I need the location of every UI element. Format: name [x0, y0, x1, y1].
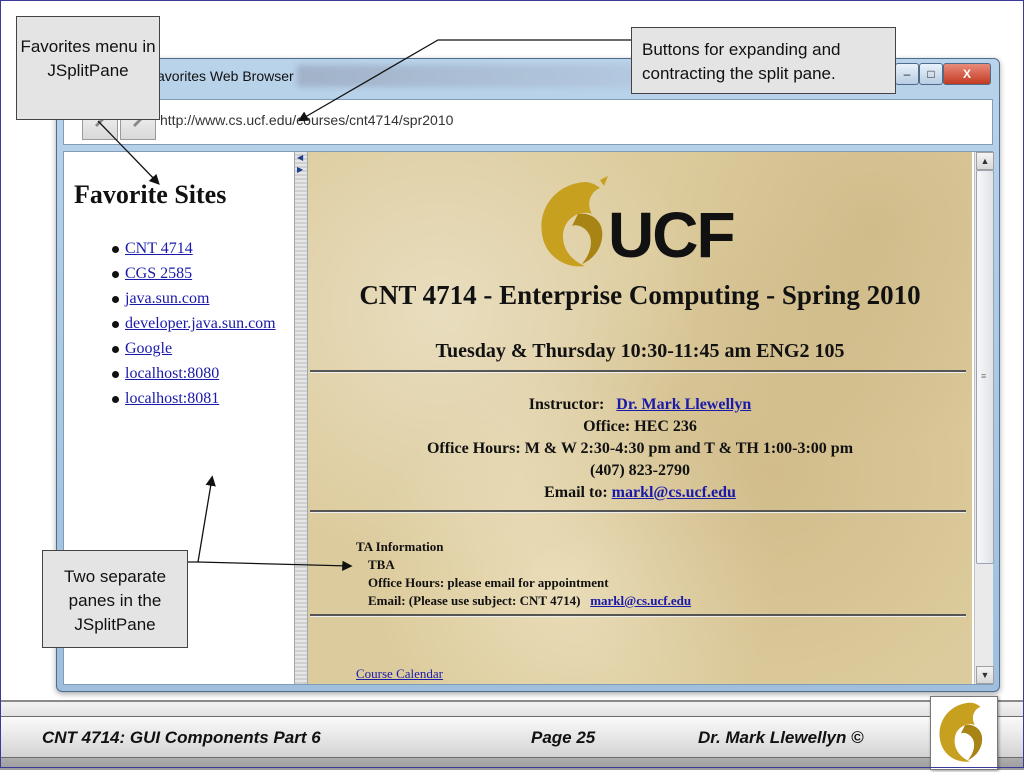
collapse-left-arrow-icon[interactable]: ◀ [297, 154, 303, 162]
bullet-icon [112, 295, 119, 303]
ucf-pegasus-logo-icon [541, 176, 608, 267]
instructor-link[interactable]: Dr. Mark Llewellyn [616, 396, 751, 413]
address-bar: http://www.cs.ucf.edu/courses/cnt4714/sp… [63, 99, 993, 145]
callout-two-panes: Two separate panes in the JSplitPane [42, 550, 188, 648]
favorite-item: localhost:8080 [112, 365, 276, 390]
minimize-button[interactable]: – [895, 63, 919, 85]
footer-author: Dr. Mark Llewellyn © [698, 728, 864, 747]
phone-line: (407) 823-2790 [590, 462, 690, 479]
scroll-grip-icon: ≡ [981, 371, 987, 381]
bullet-icon [112, 345, 119, 353]
footer-page-number: Page 25 [531, 728, 596, 747]
footer-course: CNT 4714: GUI Components Part 6 [42, 728, 321, 747]
bullet-icon [112, 395, 119, 403]
ta-information: TA Information TBA Office Hours: please … [356, 538, 691, 610]
course-title: CNT 4714 - Enterprise Computing - Spring… [359, 280, 921, 310]
split-pane: Favorite Sites CNT 4714 CGS 2585 java.su… [63, 151, 994, 685]
divider-rule [310, 370, 966, 373]
email-label: Email to: [544, 484, 608, 501]
bullet-icon [112, 370, 119, 378]
slide-footer: CNT 4714: GUI Components Part 6 Page 25 … [0, 696, 1024, 770]
divider-rule [310, 614, 966, 617]
favorites-list: CNT 4714 CGS 2585 java.sun.com developer… [112, 240, 276, 415]
divider-rule [310, 510, 966, 513]
email-line: Email to: markl@cs.ucf.edu [308, 484, 972, 502]
favorite-link-developer-java[interactable]: developer.java.sun.com [125, 315, 276, 332]
office-line: Office: HEC 236 [583, 418, 697, 435]
instructor-email-link[interactable]: markl@cs.ucf.edu [612, 484, 736, 501]
bullet-icon [112, 320, 119, 328]
favorite-link-cgs2585[interactable]: CGS 2585 [125, 265, 192, 282]
ta-email-line: Email: (Please use subject: CNT 4714) ma… [356, 592, 691, 610]
ta-office-hours: Office Hours: please email for appointme… [368, 575, 609, 590]
ta-email-link[interactable]: markl@cs.ucf.edu [590, 593, 691, 608]
bullet-icon [112, 270, 119, 278]
scroll-down-icon[interactable]: ▼ [976, 666, 994, 684]
maximize-button[interactable]: □ [919, 63, 943, 85]
favorite-item: developer.java.sun.com [112, 315, 276, 340]
favorite-item: Google [112, 340, 276, 365]
vertical-scrollbar[interactable]: ▲ ≡ ▼ [974, 152, 994, 684]
split-pane-divider[interactable]: ◀ ▶ [294, 152, 308, 684]
instructor-label: Instructor: [528, 396, 605, 413]
course-calendar-link[interactable]: Course Calendar [356, 666, 443, 682]
class-schedule: Tuesday & Thursday 10:30-11:45 am ENG2 1… [435, 340, 845, 362]
scroll-up-icon[interactable]: ▲ [976, 152, 994, 170]
office-hours-line: Office Hours: M & W 2:30-4:30 pm and T &… [426, 440, 854, 457]
browser-window: avorites Web Browser – □ X http://www.cs… [56, 58, 1000, 692]
favorite-link-localhost-8081[interactable]: localhost:8081 [125, 390, 219, 407]
callout-favorites-menu: Favorites menu in JSplitPane [16, 16, 160, 120]
expand-right-arrow-icon[interactable]: ▶ [297, 166, 303, 174]
pegasus-icon [939, 702, 983, 762]
url-field[interactable]: http://www.cs.ucf.edu/courses/cnt4714/sp… [160, 112, 453, 128]
bullet-icon [112, 245, 119, 253]
window-title: avorites Web Browser [157, 68, 294, 84]
ta-email-label: Email: (Please use subject: CNT 4714) [368, 593, 581, 608]
favorite-item: CNT 4714 [112, 240, 276, 265]
callout-split-buttons: Buttons for expanding and contracting th… [631, 27, 896, 94]
favorite-link-google[interactable]: Google [125, 340, 172, 357]
favorite-link-localhost-8080[interactable]: localhost:8080 [125, 365, 219, 382]
ta-name: TBA [368, 557, 395, 572]
instructor-line: Instructor: Dr. Mark Llewellyn [308, 396, 972, 414]
favorite-link-java-sun[interactable]: java.sun.com [125, 290, 209, 307]
footer-ucf-logo-icon [930, 696, 998, 770]
favorites-heading: Favorite Sites [74, 180, 227, 209]
ucf-wordmark: UCF [608, 199, 736, 271]
close-button[interactable]: X [943, 63, 991, 85]
content-pane: UCF CNT 4714 - Enterprise Computing - Sp… [308, 152, 972, 684]
favorite-link-cnt4714[interactable]: CNT 4714 [125, 240, 193, 257]
ta-heading: TA Information [356, 539, 444, 554]
favorite-item: java.sun.com [112, 290, 276, 315]
favorite-item: CGS 2585 [112, 265, 276, 290]
favorite-item: localhost:8081 [112, 390, 276, 415]
scroll-thumb[interactable]: ≡ [976, 170, 994, 564]
